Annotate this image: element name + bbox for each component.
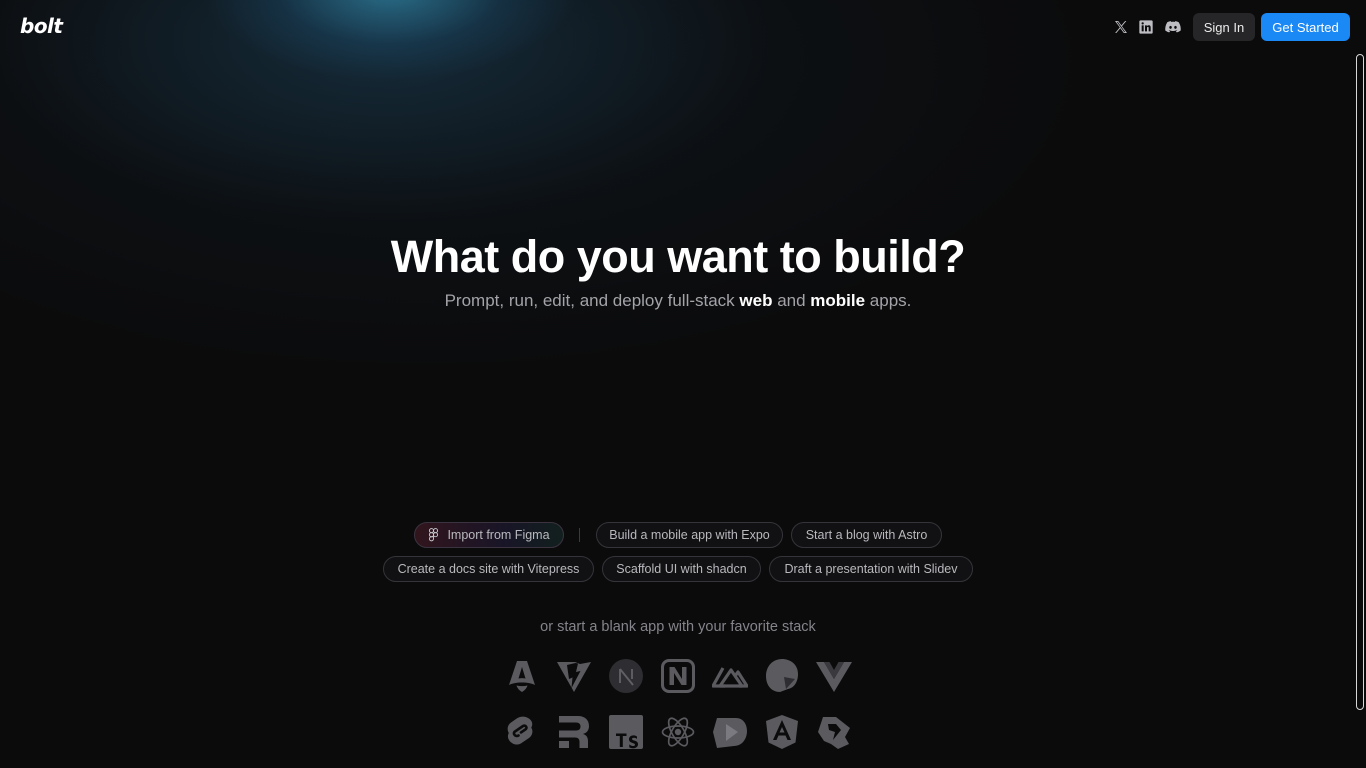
bolt-logo[interactable]: bolt	[20, 14, 63, 38]
chip-vitepress[interactable]: Create a docs site with Vitepress	[383, 556, 594, 582]
x-twitter-icon[interactable]	[1112, 18, 1130, 36]
chip-shadcn[interactable]: Scaffold UI with shadcn	[602, 556, 761, 582]
typescript-icon[interactable]	[608, 714, 644, 750]
svelte-icon[interactable]	[504, 714, 540, 750]
top-bar: bolt Sign In Get Started	[0, 0, 1366, 54]
chip-astro[interactable]: Start a blog with Astro	[791, 522, 942, 548]
react-icon[interactable]	[660, 714, 696, 750]
chip-label: Import from Figma	[447, 528, 550, 542]
chip-divider	[579, 528, 580, 542]
import-figma-chip[interactable]: Import from Figma	[414, 522, 564, 548]
vite-icon[interactable]	[556, 658, 592, 694]
astro-icon[interactable]	[504, 658, 540, 694]
get-started-button[interactable]: Get Started	[1261, 13, 1350, 41]
slidev-icon[interactable]	[764, 658, 800, 694]
linkedin-icon[interactable]	[1137, 18, 1155, 36]
nuxt-mountain-icon[interactable]	[712, 658, 748, 694]
scrollbar[interactable]	[1356, 54, 1364, 710]
chip-expo[interactable]: Build a mobile app with Expo	[596, 522, 783, 548]
page-title: What do you want to build?	[390, 231, 966, 282]
qwik-icon[interactable]	[712, 714, 748, 750]
vue-icon[interactable]	[816, 658, 852, 694]
discord-icon[interactable]	[1163, 18, 1183, 36]
nuxt-icon[interactable]	[660, 658, 696, 694]
chip-slidev[interactable]: Draft a presentation with Slidev	[769, 556, 973, 582]
subtitle-web: web	[739, 291, 773, 310]
sign-in-button[interactable]: Sign In	[1193, 13, 1255, 41]
subtitle-text: Prompt, run, edit, and deploy full-stack	[444, 291, 740, 310]
solid-icon[interactable]	[816, 714, 852, 750]
subtitle-mobile: mobile	[810, 291, 866, 310]
blank-app-text: or start a blank app with your favorite …	[540, 619, 816, 635]
figma-icon	[428, 528, 439, 542]
remix-icon[interactable]	[556, 714, 592, 750]
page-subtitle: Prompt, run, edit, and deploy full-stack…	[0, 290, 1356, 312]
background-glow	[0, 0, 1366, 768]
angular-icon[interactable]	[764, 714, 800, 750]
nextjs-icon[interactable]	[608, 658, 644, 694]
subtitle-text: and	[772, 291, 811, 310]
subtitle-text: apps.	[865, 291, 912, 310]
